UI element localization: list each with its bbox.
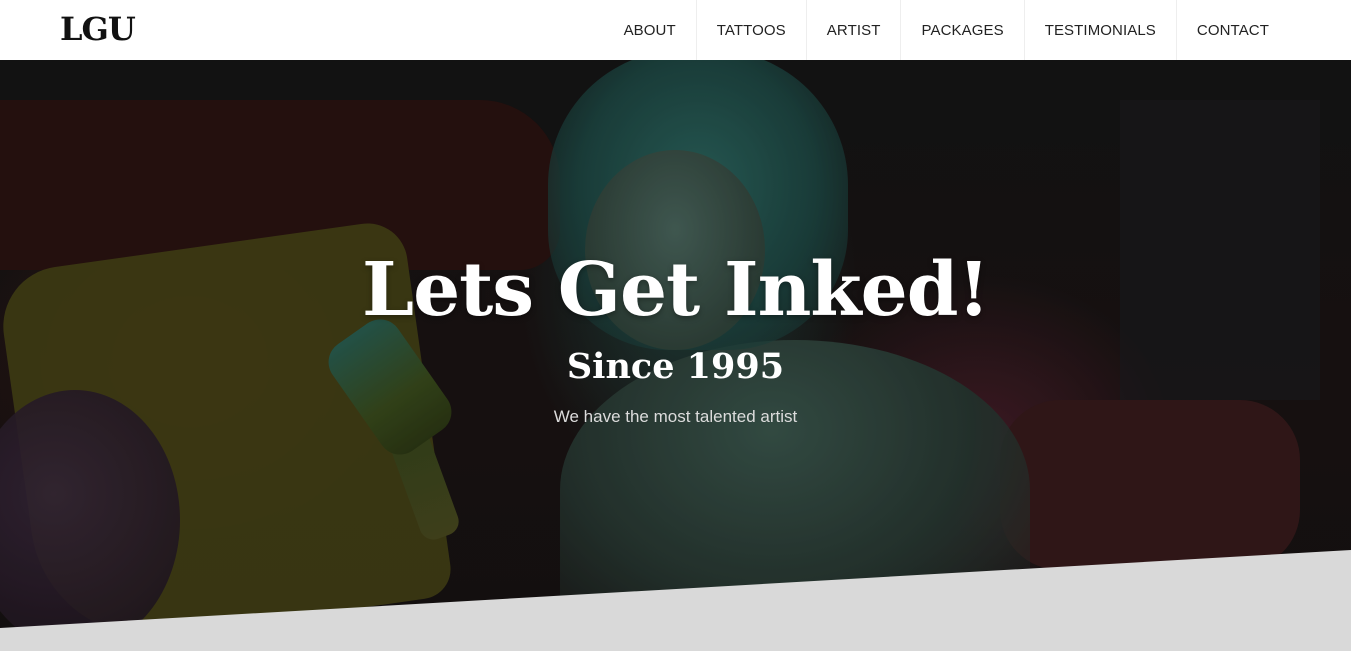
- nav-item-packages[interactable]: PACKAGES: [900, 0, 1023, 60]
- navbar: LGU ABOUT TATTOOS ARTIST PACKAGES TESTIM…: [0, 0, 1351, 60]
- nav-item-about[interactable]: ABOUT: [604, 0, 696, 60]
- hero-title: Lets Get Inked!: [362, 247, 990, 333]
- section-divider: [0, 550, 1351, 651]
- nav-item-tattoos[interactable]: TATTOOS: [695, 0, 806, 60]
- nav-item-contact[interactable]: CONTACT: [1175, 0, 1289, 60]
- main-nav: ABOUT TATTOOS ARTIST PACKAGES TESTIMONIA…: [604, 0, 1289, 60]
- hero-subtitle: Since 1995: [566, 346, 785, 387]
- hero-tagline: We have the most talented artist: [553, 407, 798, 426]
- slanted-divider-shape: [0, 550, 1351, 651]
- site-logo[interactable]: LGU: [60, 9, 136, 49]
- nav-item-testimonials[interactable]: TESTIMONIALS: [1023, 0, 1176, 60]
- nav-item-artist[interactable]: ARTIST: [805, 0, 901, 60]
